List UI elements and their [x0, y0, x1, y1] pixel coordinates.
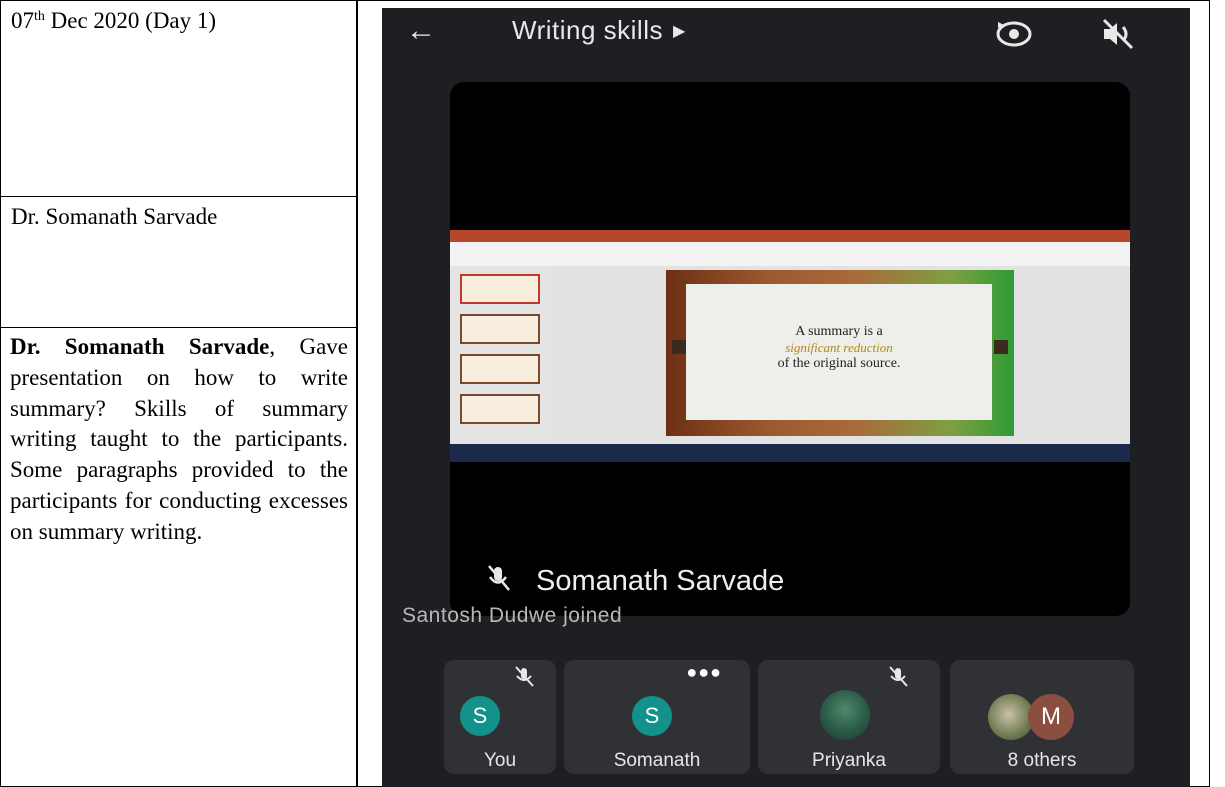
participant-label: Priyanka: [812, 750, 886, 771]
more-options-icon[interactable]: ●●●: [686, 662, 722, 683]
meeting-top-bar: ← Writing skills ▶: [382, 8, 1190, 64]
slide-thumbnails: [450, 266, 550, 444]
back-arrow-icon[interactable]: ←: [406, 14, 436, 48]
slide-line-3: of the original source.: [777, 356, 901, 371]
slide-tab: [672, 340, 686, 354]
avatar: M: [1028, 694, 1074, 740]
windows-taskbar: [450, 444, 1130, 462]
participant-label: 8 others: [1007, 750, 1077, 771]
slide-tab: [994, 340, 1008, 354]
participant-tile-you[interactable]: S You: [444, 660, 556, 774]
slide-thumbnail: [460, 354, 540, 384]
speaker-off-icon[interactable]: [1098, 16, 1138, 52]
slide-line-2: significant reduction: [785, 340, 893, 355]
slide-thumbnail: [460, 274, 540, 304]
participant-tile-priyanka[interactable]: Priyanka: [758, 660, 940, 774]
slide-line-1: A summary is a: [795, 324, 883, 339]
mic-off-icon: [889, 666, 908, 687]
speaker-name: Dr. Somanath Sarvade: [11, 204, 218, 229]
avatar: S: [632, 696, 672, 736]
switch-camera-icon[interactable]: [994, 16, 1034, 52]
participant-tile-others[interactable]: M 8 others: [950, 660, 1134, 774]
active-speaker-name: Somanath Sarvade: [536, 565, 785, 597]
description-text: Dr. Somanath Sarvade, Gave presentation …: [10, 334, 348, 544]
description-cell: Dr. Somanath Sarvade, Gave presentation …: [0, 327, 358, 787]
speaker-cell: Dr. Somanath Sarvade: [0, 196, 358, 328]
slide: A summary is a significant reduction of …: [666, 270, 1014, 436]
mic-off-icon: [488, 565, 510, 591]
avatar: [820, 690, 870, 740]
ppt-title-bar: [450, 230, 1130, 242]
active-speaker: Somanath Sarvade: [486, 564, 784, 598]
slide-thumbnail: [460, 314, 540, 344]
date-text: 07th Dec 2020 (Day 1): [11, 8, 217, 33]
date-cell: 07th Dec 2020 (Day 1): [0, 0, 358, 197]
meeting-screenshot: ← Writing skills ▶ A summary is a signif…: [382, 8, 1190, 787]
slide-content: A summary is a significant reduction of …: [686, 284, 992, 420]
meeting-title[interactable]: Writing skills ▶: [512, 15, 686, 46]
ppt-ribbon: [450, 242, 1130, 267]
participant-label: Somanath: [613, 750, 701, 771]
play-arrow-icon: ▶: [672, 23, 686, 40]
shared-screen: A summary is a significant reduction of …: [450, 230, 1130, 462]
join-notification: Santosh Dudwe joined: [402, 604, 623, 627]
participant-tile-somanath[interactable]: ●●● S Somanath: [564, 660, 750, 774]
mic-off-icon: [515, 666, 534, 687]
slide-thumbnail: [460, 394, 540, 424]
slide-canvas: A summary is a significant reduction of …: [550, 266, 1130, 444]
presenter-video[interactable]: A summary is a significant reduction of …: [450, 82, 1130, 616]
participant-label: You: [483, 750, 517, 771]
avatar: S: [460, 696, 500, 736]
